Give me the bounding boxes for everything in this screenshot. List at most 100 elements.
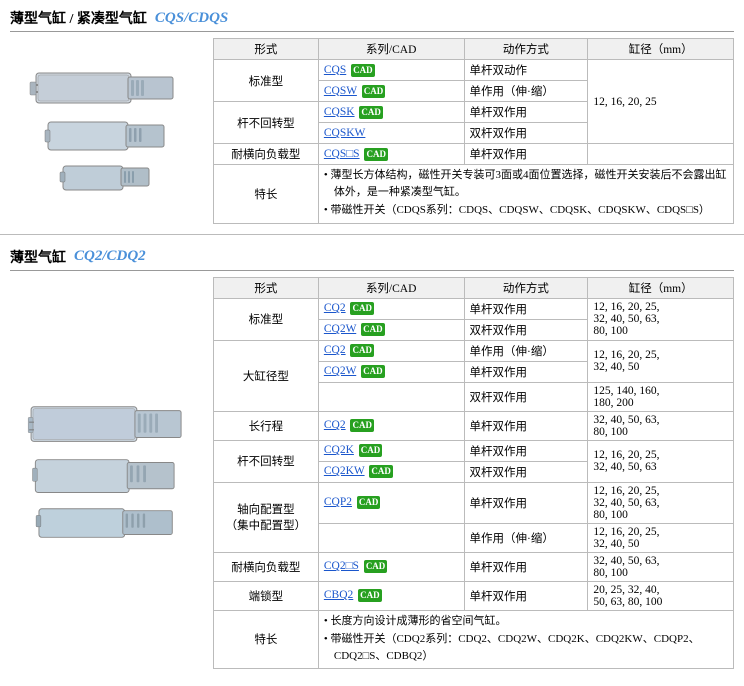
link-cqs[interactable]: CQS [324, 64, 346, 76]
cad-badge: CAD [359, 444, 383, 457]
section1-product-img2 [43, 117, 173, 157]
series-cell: CQ2KW CAD [318, 461, 464, 482]
link-cq2w[interactable]: CQ2W [324, 323, 356, 335]
action-cell: 单杆双作用 [464, 581, 588, 610]
section1-title-en: CQS/CDQS [155, 10, 228, 27]
link-cbq2[interactable]: CBQ2 [324, 589, 353, 601]
table-row: 长行程 CQ2 CAD 单杆双作用 32, 40, 50, 63,80, 100 [214, 411, 734, 440]
action-cell: 单杆双作用 [464, 298, 588, 319]
action-cell: 双杆双作用 [464, 319, 588, 340]
action-cell: 单杆双作用 [464, 102, 588, 123]
section1-table: 形式 系列/CAD 动作方式 缸径（mm） 标准型 CQS CAD 单杆双动作 … [213, 38, 734, 224]
link-cq2s[interactable]: CQ2□S [324, 560, 359, 572]
note-row: 特长 薄型长方体结构，磁性开关专装可3面或4面位置选择，磁性开关安装后不会露出缸… [214, 165, 734, 224]
series-cell: CQ2 CAD [318, 298, 464, 319]
table-row: 杆不回转型 CQ2K CAD 单杆双作用 12, 16, 20, 25,32, … [214, 440, 734, 461]
action-cell: 单作用（伸·缩） [464, 523, 588, 552]
note-cell: 长度方向设计成薄形的省空间气缸。 带磁性开关（CDQ2系列：CDQ2、CDQ2W… [318, 610, 733, 669]
diameter-cell: 20, 25, 32, 40,50, 63, 80, 100 [588, 581, 734, 610]
diameter-cell: 12, 16, 20, 25,32, 40, 50, 63 [588, 440, 734, 482]
series-cell: CQSKW [318, 123, 464, 144]
action-cell: 单杆双动作 [464, 60, 588, 81]
link-cqp2[interactable]: CQP2 [324, 496, 352, 508]
table-row: 标准型 CQ2 CAD 单杆双作用 12, 16, 20, 25,32, 40,… [214, 298, 734, 319]
section2-content: 形式 系列/CAD 动作方式 缸径（mm） 标准型 CQ2 CAD 单杆双作用 … [10, 277, 734, 670]
section2-product-images [10, 277, 205, 670]
header-series: 系列/CAD [318, 39, 464, 60]
table-row: 耐横向负载型 CQS□S CAD 单杆双作用 [214, 144, 734, 165]
table-row: 端锁型 CBQ2 CAD 单杆双作用 20, 25, 32, 40,50, 63… [214, 581, 734, 610]
action-cell: 单作用（伸·缩） [464, 340, 588, 361]
cad-badge: CAD [357, 496, 381, 509]
link-cq2kw[interactable]: CQ2KW [324, 465, 365, 477]
link-cq2k[interactable]: CQ2K [324, 444, 354, 456]
type-cell: 杆不回转型 [214, 440, 319, 482]
action-cell: 单杆双作用 [464, 144, 588, 165]
series-cell: CQSK CAD [318, 102, 464, 123]
series-cell: CQP2 CAD [318, 482, 464, 523]
note-item: 长度方向设计成薄形的省空间气缸。 [324, 613, 728, 630]
series-cell: CQS CAD [318, 60, 464, 81]
series-cell [318, 382, 464, 411]
series-cell: CQ2 CAD [318, 340, 464, 361]
section1-title-cn: 薄型气缸 / 紧凑型气缸 [10, 8, 147, 28]
diameter-cell: 12, 16, 20, 25,32, 40, 50, 63,80, 100 [588, 482, 734, 523]
diameter-cell: 12, 16, 20, 25 [588, 60, 734, 144]
type-cell: 杆不回转型 [214, 102, 319, 144]
diameter-cell: 12, 16, 20, 25,32, 40, 50 [588, 523, 734, 552]
cad-badge: CAD [362, 85, 386, 98]
action-cell: 单杆双作用 [464, 440, 588, 461]
header-action: 动作方式 [464, 39, 588, 60]
header-series: 系列/CAD [318, 277, 464, 298]
note-item: 带磁性开关（CDQS系列：CDQS、CDQSW、CDQSK、CDQSKW、CDQ… [324, 202, 728, 219]
type-cell: 端锁型 [214, 581, 319, 610]
series-cell: CQS□S CAD [318, 144, 464, 165]
note-row: 特长 长度方向设计成薄形的省空间气缸。 带磁性开关（CDQ2系列：CDQ2、CD… [214, 610, 734, 669]
action-cell: 单杆双作用 [464, 482, 588, 523]
type-cell: 耐横向负载型 [214, 144, 319, 165]
series-cell: CQSW CAD [318, 81, 464, 102]
diameter-cell: 12, 16, 20, 25,32, 40, 50, 63,80, 100 [588, 298, 734, 340]
cad-badge: CAD [369, 465, 393, 478]
section2-product-img1 [23, 401, 193, 451]
section-cqs: 薄型气缸 / 紧凑型气缸 CQS/CDQS [0, 0, 744, 230]
action-cell: 单杆双作用 [464, 552, 588, 581]
type-cell: 长行程 [214, 411, 319, 440]
diameter-cell: 32, 40, 50, 63,80, 100 [588, 411, 734, 440]
link-cqsw[interactable]: CQSW [324, 85, 357, 97]
header-diameter: 缸径（mm） [588, 277, 734, 298]
cad-badge: CAD [351, 64, 375, 77]
header-type: 形式 [214, 277, 319, 298]
type-cell: 特长 [214, 165, 319, 224]
link-cqskw[interactable]: CQSKW [324, 127, 366, 139]
link-cq2[interactable]: CQ2 [324, 302, 346, 314]
section1-content: 形式 系列/CAD 动作方式 缸径（mm） 标准型 CQS CAD 单杆双动作 … [10, 38, 734, 224]
link-cq2w-b[interactable]: CQ2W [324, 365, 356, 377]
table-row: 大缸径型 CQ2 CAD 单作用（伸·缩） 12, 16, 20, 25,32,… [214, 340, 734, 361]
type-cell: 标准型 [214, 298, 319, 340]
diameter-cell: 32, 40, 50, 63,80, 100 [588, 552, 734, 581]
series-cell: CQ2□S CAD [318, 552, 464, 581]
series-cell: CQ2 CAD [318, 411, 464, 440]
note-item: 带磁性开关（CDQ2系列：CDQ2、CDQ2W、CDQ2K、CDQ2KW、CDQ… [324, 631, 728, 664]
table-row: 标准型 CQS CAD 单杆双动作 12, 16, 20, 25 [214, 60, 734, 81]
action-cell: 双杆双作用 [464, 382, 588, 411]
action-cell: 单杆双作用 [464, 361, 588, 382]
cad-badge: CAD [350, 344, 374, 357]
link-cqss[interactable]: CQS□S [324, 148, 360, 160]
section1-product-img1 [28, 65, 188, 113]
action-cell: 单作用（伸·缩） [464, 81, 588, 102]
section1-product-img3 [58, 161, 158, 196]
note-cell: 薄型长方体结构，磁性开关专装可3面或4面位置选择，磁性开关安装后不会露出缸体外，… [318, 165, 733, 224]
link-cqsk[interactable]: CQSK [324, 106, 355, 118]
series-cell: CQ2W CAD [318, 361, 464, 382]
diameter-cell [588, 144, 734, 165]
link-cq2-b[interactable]: CQ2 [324, 344, 346, 356]
link-cq2-c[interactable]: CQ2 [324, 419, 346, 431]
action-cell: 双杆双作用 [464, 461, 588, 482]
section2-product-img3 [33, 504, 183, 544]
header-type: 形式 [214, 39, 319, 60]
series-cell: CBQ2 CAD [318, 581, 464, 610]
type-cell: 标准型 [214, 60, 319, 102]
action-cell: 单杆双作用 [464, 411, 588, 440]
